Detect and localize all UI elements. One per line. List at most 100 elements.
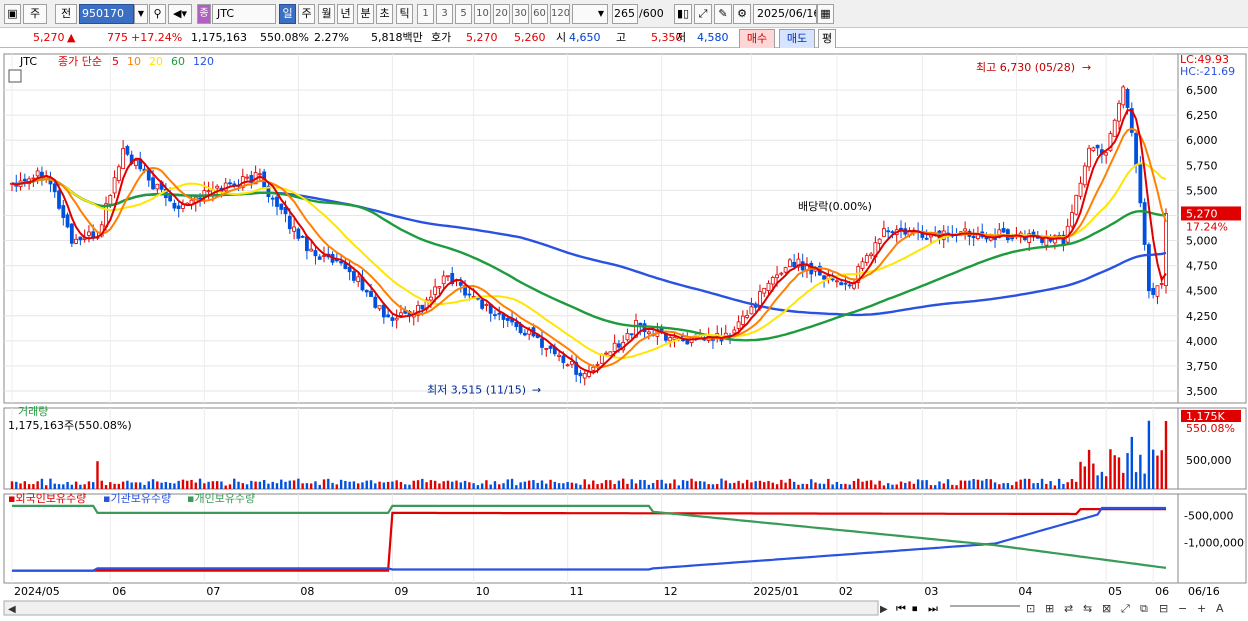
volume-bar [455,480,458,489]
tool-icon-9[interactable]: + [1197,602,1206,615]
tab-minute[interactable]: 분 [357,4,374,24]
candle-body [394,317,399,321]
volume-bar [869,480,873,489]
stock-chart[interactable]: 6,5006,2506,0005,7505,5005,2505,0004,750… [0,48,1248,621]
candle-body [963,228,968,232]
gear-icon[interactable]: ⚙ [733,4,751,24]
interval-30[interactable]: 30 [512,4,529,24]
volume-bar [476,485,480,489]
indicator-icon[interactable]: ⤢ [694,4,712,24]
volume-bar [404,484,407,489]
playback-icon-0[interactable]: ⏮ [896,602,906,615]
volume-bar [1010,485,1014,489]
tab-day[interactable]: 일 [279,4,296,24]
tool-icon-2[interactable]: ⇄ [1064,602,1073,615]
volume-title: 거래량 [18,405,48,418]
interval-120[interactable]: 120 [550,4,570,24]
date-input[interactable]: 2025/06/16 [753,4,817,24]
volume-bar [1117,457,1121,489]
volume-bar [237,481,240,489]
candle-body [228,182,232,185]
y-tick-label: 4,000 [1186,335,1218,348]
stock-code-input[interactable]: 950170 [79,4,134,24]
count-total: /600 [639,7,664,20]
candle-body [275,196,279,207]
x-tick-label: 12 [664,585,678,598]
volume-bar [835,481,839,489]
volume-bar [604,480,608,489]
interval-10[interactable]: 10 [474,4,491,24]
tool-icon-8[interactable]: − [1178,602,1187,615]
candle-body [890,231,895,234]
buy-button[interactable]: 매수 [739,29,775,49]
scroll-left-icon[interactable]: ◀ [8,604,16,615]
tool-icon-7[interactable]: ⊟ [1159,602,1168,615]
candle-body [1040,238,1044,243]
tool-icon-10[interactable]: A [1216,602,1224,615]
interval-1[interactable]: 1 [417,4,434,24]
code-dropdown-icon[interactable]: ▼ [134,4,148,24]
volume-bar [613,484,616,489]
volume-bar [865,480,869,489]
candle-type-icon[interactable]: ▮▯ [674,4,692,24]
candle-body [578,372,583,377]
volume-bar [1040,478,1044,489]
tab-year[interactable]: 년 [337,4,354,24]
candle-body [1001,228,1006,233]
volume-y-tick: 500,000 [1186,454,1232,467]
tool-icon-1[interactable]: ⊞ [1045,602,1054,615]
prev-button[interactable]: 전 [55,4,77,24]
x-tick-label: 03 [924,585,938,598]
tool-icon-4[interactable]: ⊠ [1102,602,1111,615]
tool-icon-3[interactable]: ⇆ [1083,602,1092,615]
speaker-icon[interactable]: ◀▾ [168,4,192,24]
volume-bar [506,479,509,489]
interval-5[interactable]: 5 [455,4,472,24]
tab-tick[interactable]: 틱 [396,4,413,24]
volume-bar [1087,449,1091,489]
volume-bar [1062,483,1065,489]
layout-icon[interactable]: ▣ [4,4,21,24]
playback-icon-2[interactable]: ⏭ [928,602,938,615]
volume-bar [818,483,821,489]
calendar-icon[interactable]: ▦ [817,4,834,24]
candle-body [305,236,309,252]
tab-month[interactable]: 월 [318,4,335,24]
x-tick-label: 09 [394,585,408,598]
scroll-right-icon[interactable]: ▶ [880,604,888,615]
search-icon[interactable]: ⚲ [149,4,166,24]
calculator-icon[interactable] [8,69,22,83]
tool-icon-5[interactable]: ⤢ [1121,602,1130,615]
volume-bar [1006,483,1010,489]
candle-body [78,236,83,241]
sell-button[interactable]: 매도 [779,29,815,49]
volume-bar [207,481,210,489]
volume-bar [1002,483,1005,489]
stock-name[interactable]: JTC [212,4,276,24]
volume-bar [1126,453,1129,489]
interval-60[interactable]: 60 [531,4,548,24]
count-input[interactable]: 265 [612,4,638,24]
tab-week[interactable]: 주 [298,4,315,24]
draw-tools-icon[interactable]: ✎ [714,4,732,24]
tool-icon-0[interactable]: ⊡ [1026,602,1035,615]
volume-bar [716,484,719,489]
interval-dropdown-icon[interactable]: ▼ [572,4,608,24]
tool-icon-6[interactable]: ⧉ [1140,602,1148,615]
volume-bar [669,483,672,489]
candle-body [1125,88,1130,108]
volume-bar [318,484,321,489]
playback-icon-1[interactable]: ⏹ [912,602,918,615]
period-select[interactable]: 주 [23,4,47,24]
interval-3[interactable]: 3 [436,4,453,24]
volume-bar [331,482,334,489]
interval-20[interactable]: 20 [493,4,510,24]
volume-bar [720,478,723,489]
x-tick-label: 08 [300,585,314,598]
volume-bar [1028,478,1031,489]
volume-bar [878,480,881,489]
horizontal-scrollbar[interactable] [3,600,879,616]
tab-second[interactable]: 초 [376,4,393,24]
eval-button[interactable]: 평 [818,29,836,49]
price-change-pct: +17.24% [131,31,183,44]
